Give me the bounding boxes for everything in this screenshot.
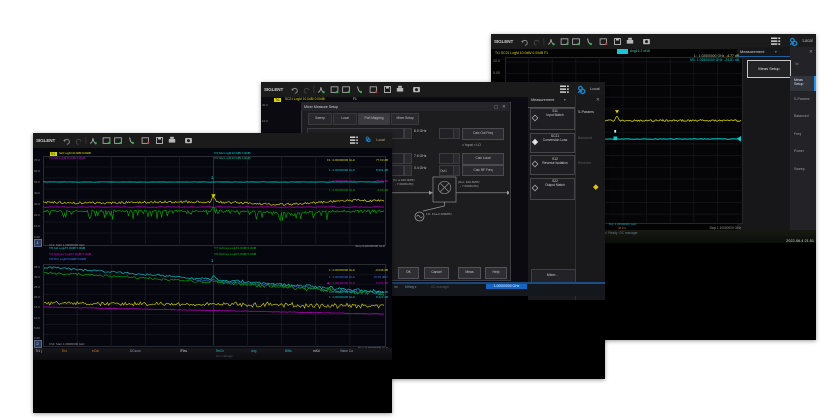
svg-text:1: 1 [211,258,214,263]
